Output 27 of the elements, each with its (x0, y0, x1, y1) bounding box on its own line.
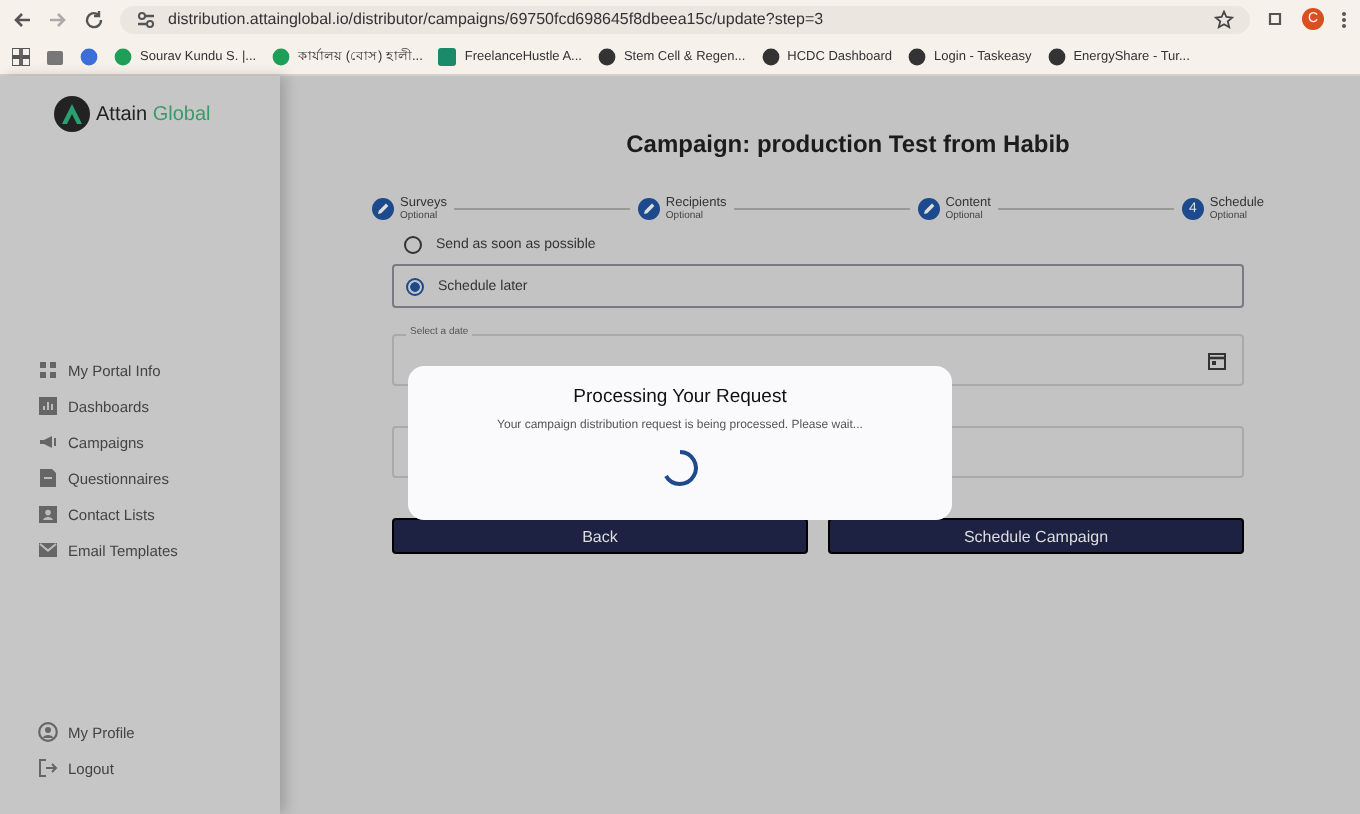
logo-text: Attain Global (96, 103, 211, 125)
site-settings-icon[interactable] (136, 9, 156, 29)
star-icon[interactable] (1214, 9, 1234, 29)
loading-spinner-icon (660, 448, 700, 488)
reload-icon[interactable] (84, 9, 104, 29)
address-bar[interactable]: distribution.attainglobal.io/distributor/campaigns/69750fcd698645f8dbeea15c/update?step=3 (120, 5, 1250, 33)
page-title: Campaign: production Test from Habib (624, 130, 1072, 158)
contact-card-icon (38, 504, 58, 524)
logout-icon (38, 758, 58, 778)
square-icon (438, 47, 457, 65)
chart-icon (38, 396, 58, 416)
document-icon (38, 468, 58, 488)
grid-icon (38, 360, 58, 380)
radio-button[interactable] (404, 235, 422, 253)
megaphone-icon (38, 432, 58, 452)
envelope-icon (38, 540, 58, 560)
back-icon[interactable] (12, 9, 32, 29)
action-button[interactable]: Back (392, 518, 808, 554)
logo-icon (54, 96, 90, 132)
url-text: distribution.attainglobal.io/distributor/campaigns/69750fcd698645f8dbeea15c/update?step=3 (168, 10, 824, 28)
dialog-title: Processing Your Request (573, 386, 787, 408)
radio-button[interactable] (406, 277, 424, 295)
calendar-icon[interactable] (1208, 351, 1226, 369)
apps-grid-icon[interactable] (12, 47, 30, 65)
action-button[interactable]: Schedule Campaign (828, 518, 1244, 554)
user-icon (38, 722, 58, 742)
more-menu-icon[interactable] (1340, 9, 1348, 29)
